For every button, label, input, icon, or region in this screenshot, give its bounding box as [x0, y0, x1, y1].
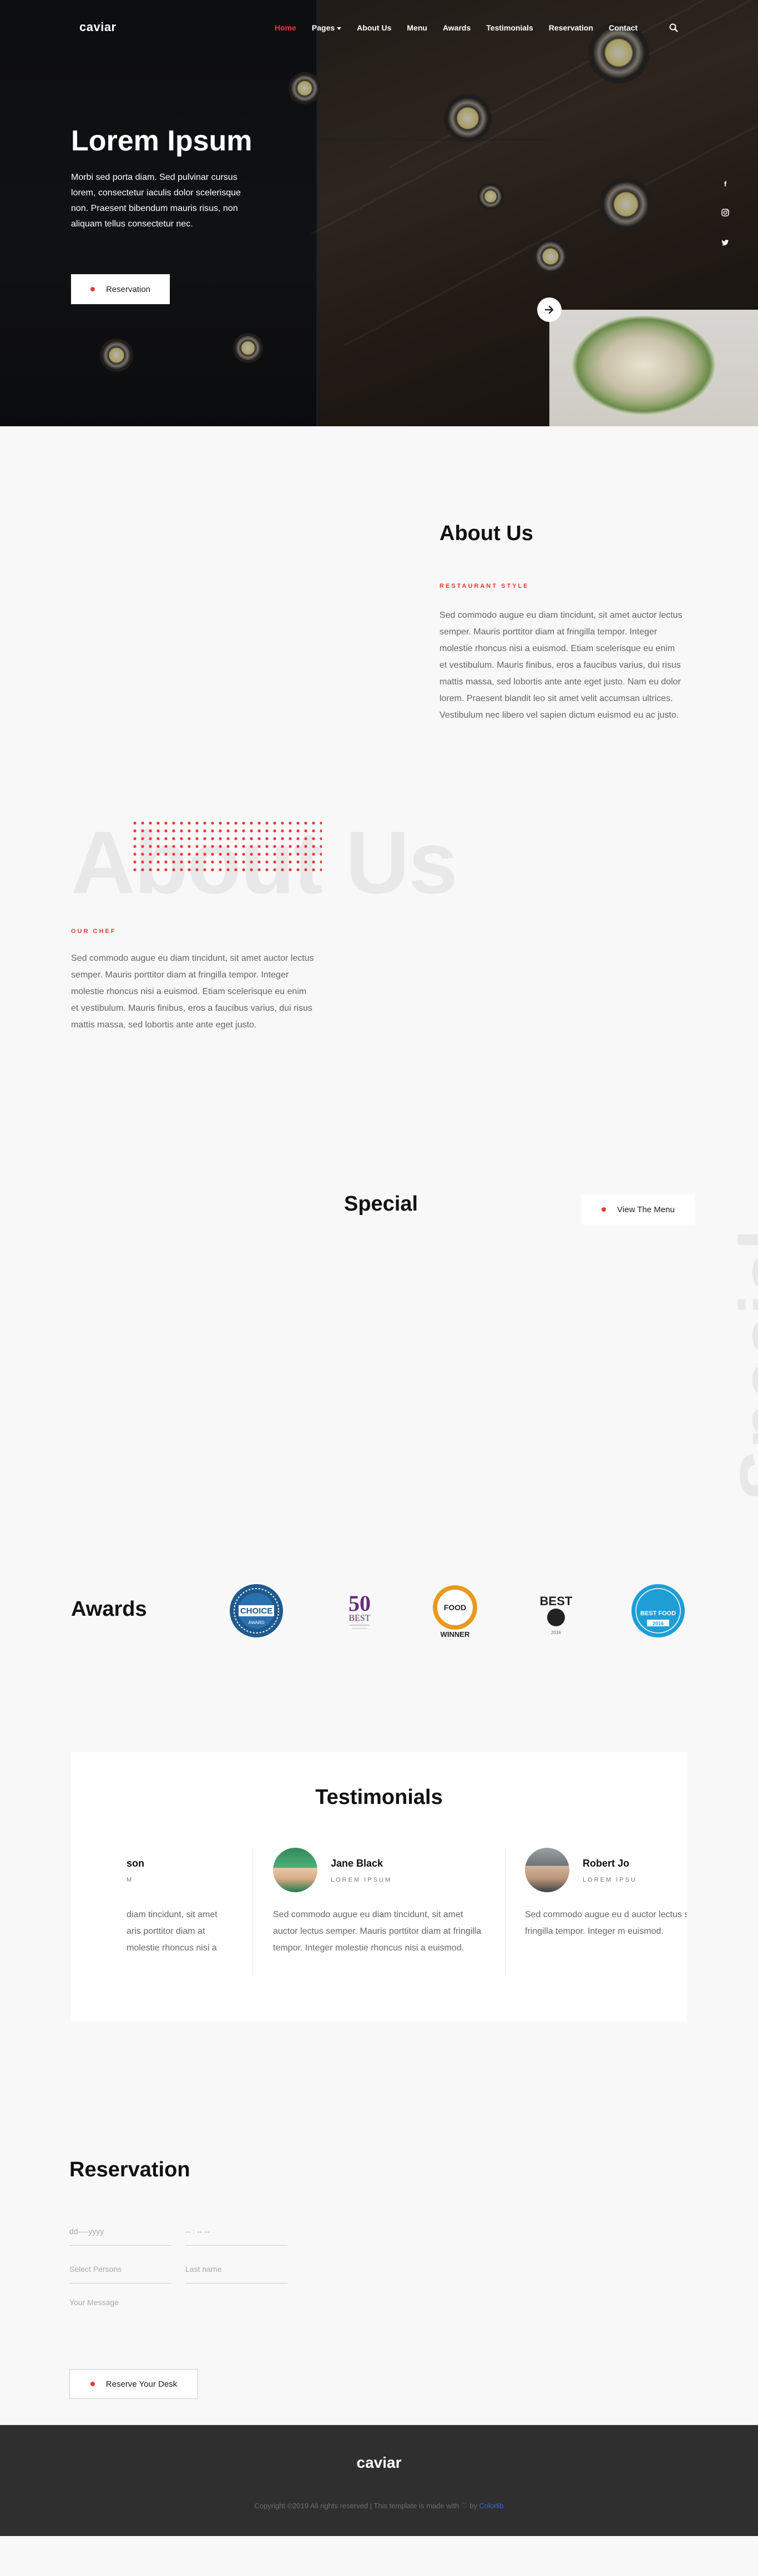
special-watermark: Special [724, 1229, 758, 1501]
about-text: Sed commodo augue eu diam tincidunt, sit… [439, 611, 683, 720]
badge-text: FOOD [444, 1603, 466, 1612]
nav-about-us[interactable]: About Us [357, 23, 391, 32]
testimonial-name: son [127, 1858, 145, 1869]
about-eyebrow: RESTAURANT STYLE [439, 583, 529, 589]
nav-home[interactable]: Home [275, 23, 296, 32]
badge-text: 2016 [551, 1630, 561, 1635]
testimonial-name: Robert Jo [583, 1858, 630, 1869]
choice-award-badge: CHOICE AWARD [230, 1584, 283, 1637]
footer-copyright: Copyright ©2019 All rights reserved | Th… [0, 2502, 758, 2511]
nav-contact[interactable]: Contact [609, 23, 638, 32]
testimonial-text: Sed commodo augue eu d auctor lectus sem… [525, 1910, 687, 1936]
time-input[interactable]: -- : -- -- [185, 2218, 287, 2246]
best-award-badge: BEST 2016 [540, 1594, 573, 1635]
best-food-badge: BEST FOOD 2016 [631, 1584, 685, 1637]
badge-text: 2016 [653, 1621, 664, 1626]
badge-text: BEST [540, 1594, 573, 1608]
hero-reservation-button[interactable]: Reservation [71, 274, 170, 304]
nav-awards[interactable]: Awards [443, 23, 471, 32]
badge-text: 50 [348, 1591, 371, 1616]
last-name-input[interactable]: Last name [185, 2256, 287, 2283]
hero-section: caviar Home Pages About Us Menu Awards T… [0, 0, 758, 426]
date-input[interactable]: dd----yyyy [69, 2218, 171, 2246]
hero-reservation-label: Reservation [105, 284, 151, 294]
fifty-best-badge: 50 BEST [348, 1591, 371, 1629]
hero-text: Morbi sed porta diam. Sed pulvinar cursu… [71, 173, 241, 229]
red-dot-icon [90, 2382, 95, 2386]
testimonials-section: Testimonials son M diam tincidunt, sit a… [71, 1752, 687, 2022]
message-textarea[interactable]: Your Message [69, 2298, 347, 2348]
testimonial-role: LOREM IPSUM [331, 1877, 392, 1883]
persons-select[interactable]: Select Persons [69, 2256, 171, 2283]
colorlib-link[interactable]: Colorlib [479, 2502, 504, 2510]
view-menu-label: View The Menu [617, 1204, 675, 1214]
food-awards-winner-badge: FOOD WINNER [433, 1585, 477, 1639]
facebook-icon[interactable]: f [721, 180, 729, 188]
main-menu: Home Pages About Us Menu Awards Testimon… [275, 23, 653, 32]
chef-eyebrow: OUR CHEF [71, 928, 117, 935]
arrow-right-icon [544, 305, 554, 314]
awards-title: Awards [71, 1597, 147, 1621]
badge-text: BEST FOOD [640, 1610, 676, 1617]
testimonial-divider [505, 1848, 506, 1975]
avatar [273, 1848, 317, 1892]
twitter-icon[interactable] [721, 239, 729, 246]
about-title: About Us [439, 522, 533, 545]
copyright-text: Copyright ©2019 All rights reserved | Th… [254, 2502, 477, 2510]
site-logo[interactable]: caviar [79, 20, 117, 34]
testimonials-title: Testimonials [315, 1786, 443, 1809]
avatar [525, 1848, 569, 1892]
nav-menu[interactable]: Menu [407, 23, 427, 32]
testimonial-text: Sed commodo augue eu diam tincidunt, sit… [273, 1910, 482, 1953]
badge-text: WINNER [441, 1630, 470, 1639]
testimonial-card[interactable]: Robert Jo LOREM IPSU Sed commodo augue e… [525, 1848, 687, 1992]
badge-text: AWARD [248, 1620, 264, 1625]
slider-next-button[interactable] [537, 298, 562, 322]
testimonial-name: Jane Black [331, 1858, 383, 1869]
special-title: Special [344, 1192, 418, 1216]
view-menu-button[interactable]: View The Menu [582, 1194, 695, 1224]
testimonial-text: diam tincidunt, sit amet aris porttitor … [127, 1910, 218, 1953]
chevron-down-icon [337, 27, 342, 30]
instagram-icon[interactable] [721, 209, 729, 216]
footer-logo[interactable]: caviar [0, 2454, 758, 2472]
red-dot-icon [90, 287, 95, 291]
top-nav: caviar Home Pages About Us Menu Awards T… [0, 0, 758, 56]
red-dot-icon [602, 1207, 607, 1212]
nav-reservation[interactable]: Reservation [549, 23, 593, 32]
badge-text: BEST [348, 1614, 370, 1623]
testimonial-role: LOREM IPSU [583, 1877, 637, 1883]
nav-testimonials[interactable]: Testimonials [486, 23, 533, 32]
reserve-desk-label: Reserve Your Desk [105, 2379, 178, 2389]
hero-title: Lorem Ipsum [71, 125, 252, 157]
testimonial-card[interactable]: Jane Black LOREM IPSUM Sed commodo augue… [273, 1848, 506, 1992]
search-icon[interactable] [669, 23, 678, 32]
site-footer: caviar Copyright ©2019 All rights reserv… [0, 2425, 758, 2536]
featured-dish-image [549, 310, 758, 426]
badge-text: CHOICE [240, 1606, 272, 1616]
nav-pages-label: Pages [311, 23, 335, 32]
chef-text: Sed commodo augue eu diam tincidunt, sit… [71, 954, 314, 1030]
testimonial-role: M [127, 1877, 134, 1883]
salad-plate-image [572, 315, 716, 415]
decorative-dots [131, 819, 322, 875]
nav-pages[interactable]: Pages [311, 23, 342, 32]
reservation-title: Reservation [69, 2158, 190, 2181]
reserve-desk-button[interactable]: Reserve Your Desk [69, 2369, 198, 2399]
